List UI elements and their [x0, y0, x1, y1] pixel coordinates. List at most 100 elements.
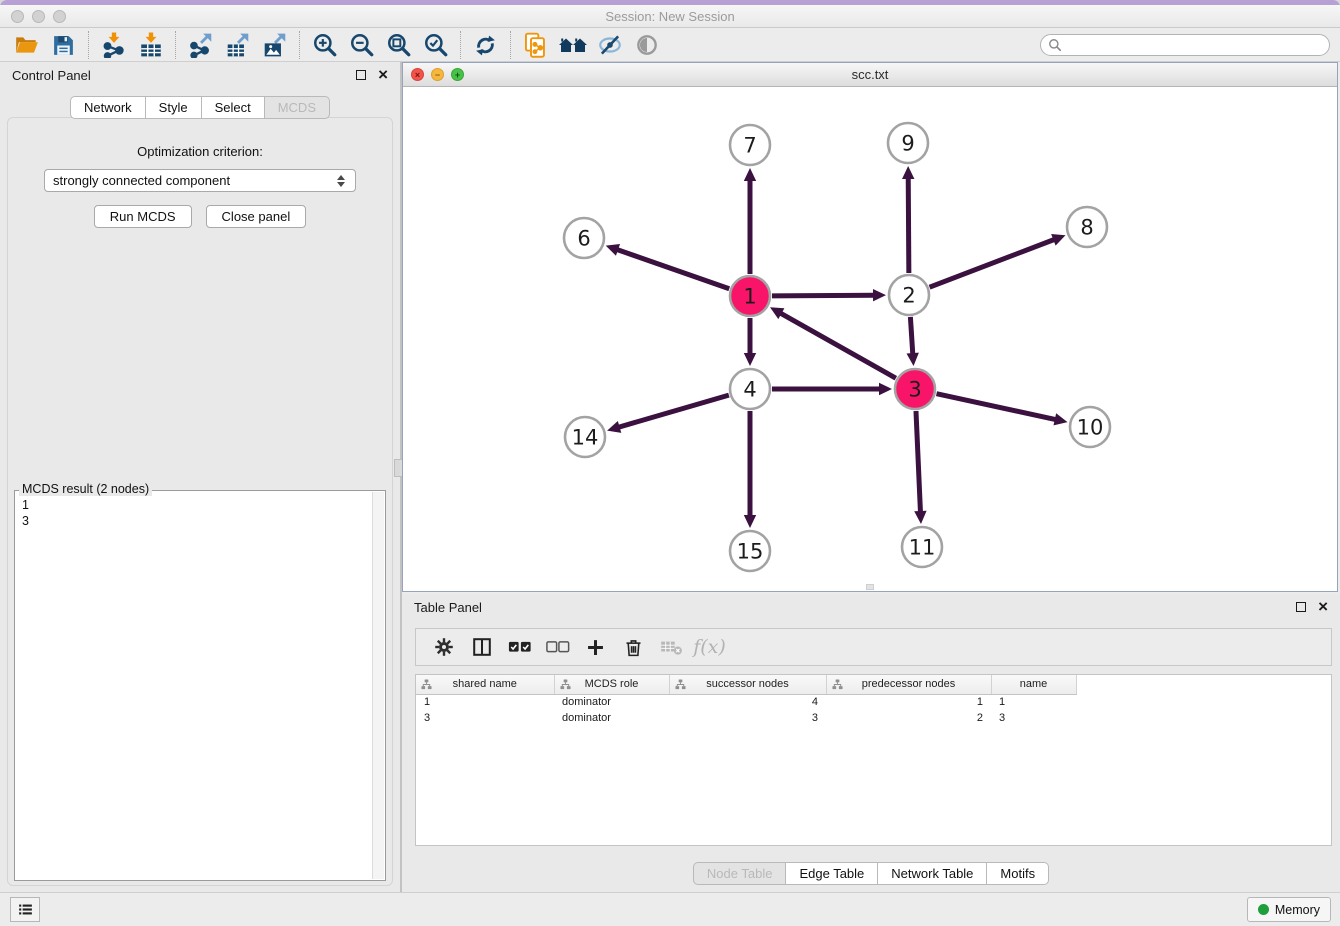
close-panel-button[interactable]: Close panel [206, 205, 307, 228]
network-window-titlebar[interactable]: × − + scc.txt [403, 63, 1337, 87]
edge-2-9[interactable] [908, 177, 909, 273]
export-image-button[interactable] [256, 30, 293, 60]
criterion-select[interactable]: strongly connected component [44, 169, 356, 192]
maximize-view-button[interactable]: + [451, 68, 464, 81]
open-folder-icon [14, 32, 40, 58]
table-cell[interactable]: 3 [669, 710, 826, 726]
table-settings-button[interactable] [426, 631, 461, 663]
edge-1-6[interactable] [616, 249, 729, 289]
table-cell[interactable]: 3 [416, 710, 554, 726]
export-network-button[interactable] [182, 30, 219, 60]
column-header-MCDS-role[interactable]: MCDS role [554, 675, 669, 694]
float-table-panel-icon[interactable] [1296, 602, 1306, 612]
close-window-button[interactable] [11, 10, 24, 23]
close-view-button[interactable]: × [411, 68, 424, 81]
table-cell[interactable]: 4 [669, 694, 826, 710]
zoom-out-button[interactable] [343, 30, 380, 60]
import-table-button[interactable] [132, 30, 169, 60]
node-8[interactable]: 8 [1067, 207, 1107, 247]
criterion-value: strongly connected component [53, 173, 230, 188]
gear-icon [433, 636, 455, 658]
zoom-in-button[interactable] [306, 30, 343, 60]
memory-button[interactable]: Memory [1247, 897, 1331, 922]
node-4[interactable]: 4 [730, 369, 770, 409]
column-header-shared-name[interactable]: shared name [416, 675, 554, 694]
export-table-button[interactable] [219, 30, 256, 60]
node-11[interactable]: 11 [902, 527, 942, 567]
mcds-result-list[interactable]: 13 [16, 493, 371, 879]
tab-network-table[interactable]: Network Table [878, 862, 987, 885]
close-table-panel-icon[interactable]: × [1318, 601, 1328, 613]
float-panel-icon[interactable] [356, 70, 366, 80]
search-input[interactable] [1062, 36, 1329, 54]
node-9[interactable]: 9 [888, 123, 928, 163]
task-history-button[interactable] [10, 897, 40, 922]
view-splitter-handle[interactable] [866, 584, 874, 590]
tab-motifs[interactable]: Motifs [987, 862, 1049, 885]
table-cell[interactable]: 1 [826, 694, 991, 710]
result-scrollbar[interactable] [372, 492, 384, 879]
function-builder-button[interactable]: f(x) [692, 631, 727, 663]
network-window-title: scc.txt [403, 63, 1337, 87]
import-network-button[interactable] [95, 30, 132, 60]
edge-3-11[interactable] [916, 411, 921, 513]
zoom-window-button[interactable] [53, 10, 66, 23]
node-15[interactable]: 15 [730, 531, 770, 571]
edge-3-10[interactable] [936, 394, 1056, 420]
open-network-file-button[interactable] [517, 30, 554, 60]
zoom-fit-button[interactable] [380, 30, 417, 60]
tab-select[interactable]: Select [202, 96, 265, 119]
column-header-label: name [1020, 678, 1048, 690]
tab-edge-table[interactable]: Edge Table [786, 862, 878, 885]
tab-mcds[interactable]: MCDS [265, 96, 330, 119]
node-6[interactable]: 6 [564, 218, 604, 258]
table-cell[interactable]: 1 [991, 694, 1076, 710]
split-panel-button[interactable] [464, 631, 499, 663]
edge-2-8[interactable] [930, 239, 1056, 287]
node-10[interactable]: 10 [1070, 407, 1110, 447]
table-cell[interactable]: dominator [554, 694, 669, 710]
edge-2-3[interactable] [910, 317, 912, 355]
delete-table-button[interactable] [654, 631, 689, 663]
minimize-view-button[interactable]: − [431, 68, 444, 81]
network-graph-canvas[interactable]: 1 2 3 4 6 7 8 9 10 11 14 15 [403, 87, 1337, 591]
node-label: 9 [901, 132, 914, 156]
tab-node-table[interactable]: Node Table [693, 862, 787, 885]
search-box[interactable] [1040, 34, 1330, 56]
edge-4-14[interactable] [618, 395, 729, 427]
network-file-icon [522, 32, 549, 59]
column-header-successor-nodes[interactable]: successor nodes [669, 675, 826, 694]
run-mcds-button[interactable]: Run MCDS [94, 205, 192, 228]
home-button[interactable] [554, 30, 591, 60]
visibility-off-button[interactable] [591, 30, 628, 60]
table-cell[interactable]: 2 [826, 710, 991, 726]
node-7[interactable]: 7 [730, 125, 770, 165]
visibility-on-button[interactable] [628, 30, 665, 60]
network-view-window: × − + scc.txt 1 2 3 4 6 7 8 9 10 11 14 15 [402, 62, 1338, 592]
edge-3-1[interactable] [780, 313, 896, 379]
select-all-button[interactable] [502, 631, 537, 663]
node-2[interactable]: 2 [889, 275, 929, 315]
node-3[interactable]: 3 [895, 369, 935, 409]
node-1[interactable]: 1 [730, 276, 770, 316]
refresh-view-button[interactable] [467, 30, 504, 60]
table-cell[interactable]: 1 [416, 694, 554, 710]
tab-style[interactable]: Style [146, 96, 202, 119]
zoom-selected-button[interactable] [417, 30, 454, 60]
edge-1-2[interactable] [772, 295, 875, 296]
close-panel-icon[interactable]: × [378, 69, 388, 81]
open-session-button[interactable] [8, 30, 45, 60]
deselect-all-button[interactable] [540, 631, 575, 663]
edge-arrowhead [902, 166, 914, 179]
table-cell[interactable]: dominator [554, 710, 669, 726]
delete-column-button[interactable] [616, 631, 651, 663]
tab-network[interactable]: Network [70, 96, 146, 119]
add-column-button[interactable] [578, 631, 613, 663]
save-session-button[interactable] [45, 30, 82, 60]
table-cell[interactable]: 3 [991, 710, 1076, 726]
column-header-predecessor-nodes[interactable]: predecessor nodes [826, 675, 991, 694]
minimize-window-button[interactable] [32, 10, 45, 23]
control-panel-header: Control Panel × [0, 62, 400, 88]
node-14[interactable]: 14 [565, 417, 605, 457]
column-header-name[interactable]: name [991, 675, 1076, 694]
